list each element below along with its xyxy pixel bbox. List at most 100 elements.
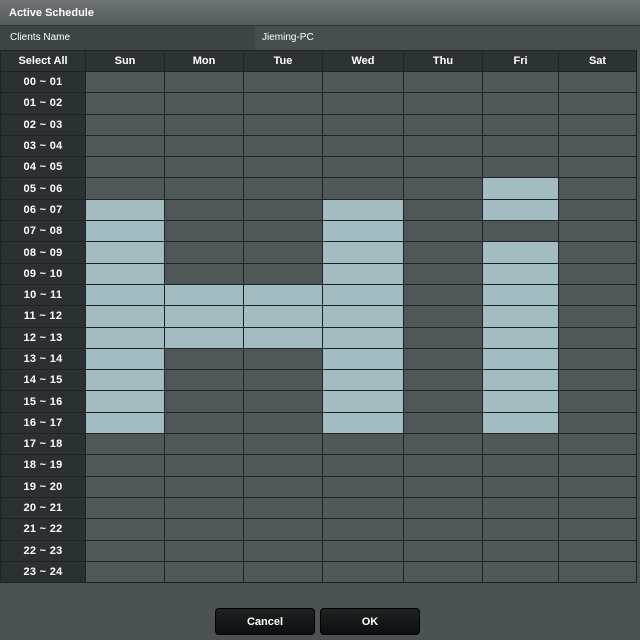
time-slot-selector[interactable]: 22 ~ 23 — [0, 539, 86, 562]
schedule-cell-mon[interactable] — [164, 92, 244, 115]
time-slot-selector[interactable]: 05 ~ 06 — [0, 177, 86, 200]
schedule-cell-tue[interactable] — [243, 475, 323, 498]
schedule-cell-wed[interactable] — [322, 241, 404, 264]
schedule-cell-fri[interactable] — [482, 220, 559, 243]
schedule-cell-sat[interactable] — [558, 454, 637, 477]
schedule-cell-sun[interactable] — [85, 390, 165, 413]
schedule-cell-thu[interactable] — [403, 475, 483, 498]
schedule-cell-tue[interactable] — [243, 113, 323, 136]
time-slot-selector[interactable]: 08 ~ 09 — [0, 241, 86, 264]
schedule-cell-sun[interactable] — [85, 369, 165, 392]
schedule-cell-tue[interactable] — [243, 347, 323, 371]
schedule-cell-thu[interactable] — [403, 220, 483, 243]
schedule-cell-mon[interactable] — [164, 70, 244, 94]
schedule-cell-wed[interactable] — [322, 305, 404, 328]
schedule-cell-tue[interactable] — [243, 411, 323, 435]
schedule-cell-tue[interactable] — [243, 433, 323, 456]
time-slot-selector[interactable]: 18 ~ 19 — [0, 454, 86, 477]
schedule-cell-wed[interactable] — [322, 326, 404, 349]
schedule-cell-fri[interactable] — [482, 390, 559, 413]
schedule-cell-sun[interactable] — [85, 283, 165, 307]
schedule-cell-sat[interactable] — [558, 220, 637, 243]
schedule-cell-mon[interactable] — [164, 134, 244, 158]
schedule-cell-fri[interactable] — [482, 262, 559, 285]
day-header-tue[interactable]: Tue — [243, 50, 323, 72]
schedule-cell-wed[interactable] — [322, 198, 404, 222]
schedule-cell-wed[interactable] — [322, 454, 404, 477]
time-slot-selector[interactable]: 19 ~ 20 — [0, 475, 86, 498]
schedule-cell-fri[interactable] — [482, 560, 559, 584]
schedule-cell-sat[interactable] — [558, 518, 637, 541]
schedule-cell-sat[interactable] — [558, 411, 637, 435]
schedule-cell-thu[interactable] — [403, 326, 483, 349]
time-slot-selector[interactable]: 09 ~ 10 — [0, 262, 86, 285]
time-slot-selector[interactable]: 17 ~ 18 — [0, 433, 86, 456]
schedule-cell-sat[interactable] — [558, 262, 637, 285]
schedule-cell-fri[interactable] — [482, 454, 559, 477]
schedule-cell-thu[interactable] — [403, 369, 483, 392]
schedule-cell-sat[interactable] — [558, 198, 637, 222]
schedule-cell-thu[interactable] — [403, 305, 483, 328]
schedule-cell-sun[interactable] — [85, 475, 165, 498]
schedule-cell-sun[interactable] — [85, 518, 165, 541]
schedule-cell-wed[interactable] — [322, 113, 404, 136]
schedule-cell-tue[interactable] — [243, 390, 323, 413]
schedule-cell-thu[interactable] — [403, 496, 483, 520]
schedule-cell-sat[interactable] — [558, 433, 637, 456]
day-header-sat[interactable]: Sat — [558, 50, 637, 72]
time-slot-selector[interactable]: 16 ~ 17 — [0, 411, 86, 435]
schedule-cell-tue[interactable] — [243, 198, 323, 222]
schedule-cell-sat[interactable] — [558, 92, 637, 115]
schedule-cell-thu[interactable] — [403, 347, 483, 371]
schedule-cell-thu[interactable] — [403, 433, 483, 456]
schedule-cell-fri[interactable] — [482, 475, 559, 498]
schedule-cell-fri[interactable] — [482, 305, 559, 328]
time-slot-selector[interactable]: 03 ~ 04 — [0, 134, 86, 158]
schedule-cell-fri[interactable] — [482, 156, 559, 179]
schedule-cell-mon[interactable] — [164, 347, 244, 371]
schedule-cell-mon[interactable] — [164, 156, 244, 179]
schedule-cell-fri[interactable] — [482, 134, 559, 158]
schedule-cell-thu[interactable] — [403, 198, 483, 222]
schedule-cell-sat[interactable] — [558, 305, 637, 328]
schedule-cell-sat[interactable] — [558, 496, 637, 520]
schedule-cell-sat[interactable] — [558, 283, 637, 307]
schedule-cell-mon[interactable] — [164, 220, 244, 243]
schedule-cell-wed[interactable] — [322, 92, 404, 115]
schedule-cell-sat[interactable] — [558, 134, 637, 158]
schedule-cell-tue[interactable] — [243, 454, 323, 477]
schedule-cell-sun[interactable] — [85, 241, 165, 264]
schedule-cell-sun[interactable] — [85, 262, 165, 285]
schedule-cell-mon[interactable] — [164, 262, 244, 285]
schedule-cell-sun[interactable] — [85, 560, 165, 584]
schedule-cell-sat[interactable] — [558, 347, 637, 371]
day-header-thu[interactable]: Thu — [403, 50, 483, 72]
schedule-cell-wed[interactable] — [322, 475, 404, 498]
schedule-cell-sat[interactable] — [558, 177, 637, 200]
day-header-sun[interactable]: Sun — [85, 50, 165, 72]
schedule-cell-sat[interactable] — [558, 475, 637, 498]
time-slot-selector[interactable]: 21 ~ 22 — [0, 518, 86, 541]
schedule-cell-tue[interactable] — [243, 177, 323, 200]
schedule-cell-sun[interactable] — [85, 92, 165, 115]
schedule-cell-fri[interactable] — [482, 347, 559, 371]
schedule-cell-thu[interactable] — [403, 454, 483, 477]
schedule-cell-fri[interactable] — [482, 496, 559, 520]
day-header-mon[interactable]: Mon — [164, 50, 244, 72]
schedule-cell-fri[interactable] — [482, 92, 559, 115]
schedule-cell-mon[interactable] — [164, 411, 244, 435]
ok-button[interactable]: OK — [320, 608, 420, 635]
schedule-cell-sat[interactable] — [558, 156, 637, 179]
schedule-cell-sat[interactable] — [558, 539, 637, 562]
schedule-cell-sat[interactable] — [558, 390, 637, 413]
schedule-cell-wed[interactable] — [322, 262, 404, 285]
schedule-cell-wed[interactable] — [322, 177, 404, 200]
schedule-cell-sun[interactable] — [85, 113, 165, 136]
schedule-cell-wed[interactable] — [322, 156, 404, 179]
schedule-cell-fri[interactable] — [482, 326, 559, 349]
time-slot-selector[interactable]: 02 ~ 03 — [0, 113, 86, 136]
schedule-cell-mon[interactable] — [164, 539, 244, 562]
schedule-cell-thu[interactable] — [403, 177, 483, 200]
time-slot-selector[interactable]: 12 ~ 13 — [0, 326, 86, 349]
schedule-cell-sun[interactable] — [85, 177, 165, 200]
